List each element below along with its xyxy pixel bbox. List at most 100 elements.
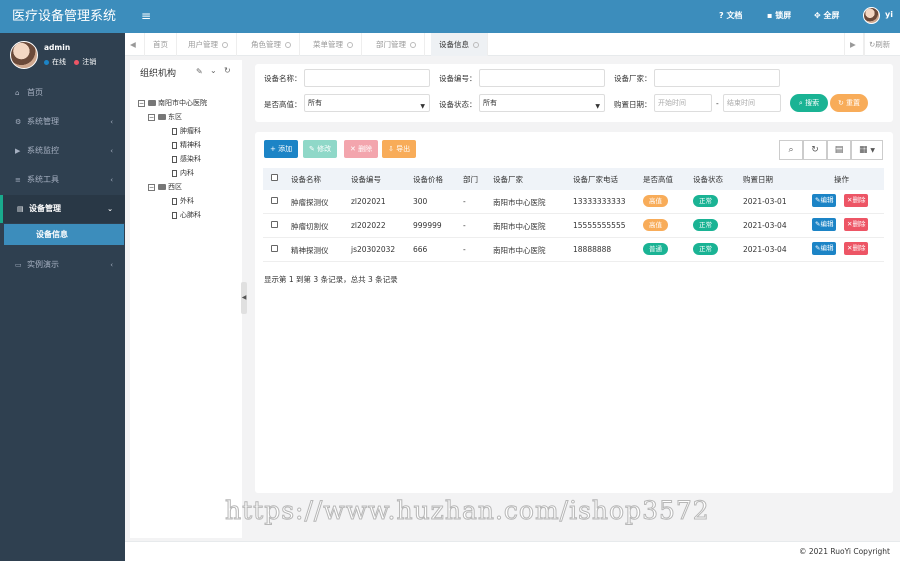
row-checkbox[interactable] (271, 197, 278, 204)
user-avatar[interactable] (863, 7, 880, 24)
logout-link[interactable]: 注销 (82, 58, 96, 66)
edit-button[interactable]: ✎ 修改 (303, 140, 338, 158)
manufacturer-label: 设备厂家： (614, 74, 652, 83)
lock-screen-link[interactable]: ▪ 锁屏 (767, 10, 791, 21)
equipment-name-input[interactable] (304, 69, 430, 87)
start-date-input[interactable]: 开始时间 (654, 94, 712, 112)
search-toggle-button[interactable]: ⌕ (779, 140, 803, 160)
menu-toggle-icon[interactable]: ≡ (141, 9, 151, 23)
row-checkbox[interactable] (271, 245, 278, 252)
row-delete-button[interactable]: ✕删除 (844, 218, 869, 231)
row-checkbox[interactable] (271, 221, 278, 228)
close-icon[interactable] (410, 42, 416, 48)
tree-node-leaf[interactable]: 感染科 (172, 154, 201, 164)
close-icon[interactable] (473, 42, 479, 48)
sidebar-item-system-tools[interactable]: ≡ 系统工具 ‹ (0, 166, 125, 194)
export-button[interactable]: ⇩ 导出 (382, 140, 417, 158)
sidebar-item-demo[interactable]: ▭ 实例演示 ‹ (0, 251, 125, 279)
refresh-icon[interactable]: ↻ (224, 66, 231, 75)
column-header[interactable]: 是否高值 (643, 174, 673, 185)
column-header[interactable]: 设备状态 (693, 174, 723, 185)
column-header[interactable]: 设备编号 (351, 174, 381, 185)
collapse-icon[interactable]: − (138, 99, 145, 107)
avatar[interactable] (10, 41, 38, 69)
tab-home[interactable]: 首页 (145, 33, 177, 56)
expand-icon: ✥ (814, 11, 821, 20)
column-header[interactable]: 部门 (463, 174, 478, 185)
tab-equipment-info[interactable]: 设备信息 (431, 33, 488, 56)
collapse-icon[interactable]: − (148, 113, 155, 121)
close-icon[interactable] (285, 42, 291, 48)
add-button[interactable]: + 添加 (264, 140, 299, 158)
column-header[interactable]: 设备价格 (413, 174, 443, 185)
column-header[interactable]: 设备厂家电话 (573, 174, 618, 185)
tree-node-leaf[interactable]: 肿瘤科 (172, 126, 201, 136)
tab-scroll-left-icon[interactable]: ◀ (125, 33, 145, 56)
edit-icon: ✎ (309, 145, 315, 153)
sidebar-item-label: 系统监控 (27, 146, 59, 155)
tree-node-west[interactable]: − 西区 (148, 182, 182, 192)
delete-button[interactable]: ✕ 删除 (344, 140, 379, 158)
panel-collapse-handle[interactable]: ◀ (241, 282, 247, 314)
tab-department-management[interactable]: 部门管理 (368, 33, 425, 56)
tree-node-leaf[interactable]: 内科 (172, 168, 194, 178)
refresh-label: 刷新 (875, 40, 891, 49)
equipment-status-select[interactable]: 所有 ▼ (479, 94, 605, 112)
tree-node-root[interactable]: − 南阳市中心医院 (138, 98, 207, 108)
tree-node-leaf[interactable]: 精神科 (172, 140, 201, 150)
tree-node-leaf[interactable]: 心肺科 (172, 210, 201, 220)
delete-label: 删除 (358, 145, 373, 153)
end-date-input[interactable]: 结束时间 (723, 94, 781, 112)
tab-role-management[interactable]: 角色管理 (243, 33, 300, 56)
column-header[interactable]: 设备厂家 (493, 174, 523, 185)
search-button[interactable]: ⌕ 搜索 (790, 94, 828, 112)
tree-node-east[interactable]: − 东区 (148, 112, 182, 122)
reset-button[interactable]: ↻ 重置 (830, 94, 868, 112)
row-delete-button[interactable]: ✕删除 (844, 194, 869, 207)
row-delete-button[interactable]: ✕删除 (844, 242, 869, 255)
refresh-tab-button[interactable]: ↻刷新 (864, 33, 900, 56)
high-value-select[interactable]: 所有 ▼ (304, 94, 430, 112)
sidebar-item-system-management[interactable]: ⚙ 系统管理 ‹ (0, 108, 125, 136)
tab-scroll-right-icon[interactable]: ▶ (844, 33, 864, 56)
column-header[interactable]: 设备名称 (291, 174, 321, 185)
table-row[interactable]: 肿瘤探测仪 zl202021 300 - 南阳市中心医院 13333333333… (263, 190, 884, 214)
tree-node-leaf[interactable]: 外科 (172, 196, 194, 206)
collapse-icon[interactable]: − (148, 183, 155, 191)
table-row[interactable]: 精神探测仪 js20302032 666 - 南阳市中心医院 18888888 … (263, 238, 884, 262)
fullscreen-link[interactable]: ✥ 全屏 (814, 10, 840, 21)
edit-icon[interactable]: ✎ (196, 67, 203, 76)
row-edit-label: 编辑 (820, 244, 834, 252)
sidebar-item-equipment-management[interactable]: ▤ 设备管理 ⌄ (0, 195, 125, 223)
row-edit-button[interactable]: ✎编辑 (812, 218, 837, 231)
close-icon[interactable] (347, 42, 353, 48)
docs-link[interactable]: ? 文档 (719, 10, 742, 21)
tab-menu-management[interactable]: 菜单管理 (305, 33, 362, 56)
table-row[interactable]: 肿瘤切割仪 zl202022 999999 - 南阳市中心医院 15555555… (263, 214, 884, 238)
user-menu[interactable]: yi (885, 10, 893, 19)
search-form: 设备名称： 设备编号： 设备厂家： 是否高值： 所有 ▼ 设备状态： 所有 ▼ 购置… (255, 64, 893, 122)
video-icon: ▶ (15, 147, 21, 155)
cell-phone: 13333333333 (573, 197, 626, 206)
tab-label: 用户管理 (188, 40, 218, 49)
sidebar-subitem-equipment-info[interactable]: 设备信息 (4, 224, 124, 245)
close-icon[interactable] (222, 42, 228, 48)
sidebar-item-home[interactable]: ⌂ 首页 (0, 79, 125, 107)
date-separator: - (716, 99, 719, 108)
column-header[interactable]: 购置日期 (743, 174, 773, 185)
columns-button[interactable]: ▦ ▼ (851, 140, 883, 160)
toggle-view-button[interactable]: ▤ (827, 140, 851, 160)
table-panel: + 添加 ✎ 修改 ✕ 删除 ⇩ 导出 ⌕ ↻ ▤ ▦ ▼ 设备名称 设备编号 … (255, 132, 893, 493)
chevron-down-icon: ▼ (420, 103, 425, 110)
sidebar-item-system-monitor[interactable]: ▶ 系统监控 ‹ (0, 137, 125, 165)
chevron-down-icon[interactable]: ⌄ (210, 66, 217, 75)
folder-icon (148, 100, 156, 106)
tab-user-management[interactable]: 用户管理 (180, 33, 237, 56)
row-edit-button[interactable]: ✎编辑 (812, 194, 837, 207)
row-edit-button[interactable]: ✎编辑 (812, 242, 837, 255)
refresh-button[interactable]: ↻ (803, 140, 827, 160)
desktop-icon: ▭ (15, 261, 22, 269)
select-all-checkbox[interactable] (271, 174, 278, 181)
manufacturer-input[interactable] (654, 69, 780, 87)
equipment-code-input[interactable] (479, 69, 605, 87)
